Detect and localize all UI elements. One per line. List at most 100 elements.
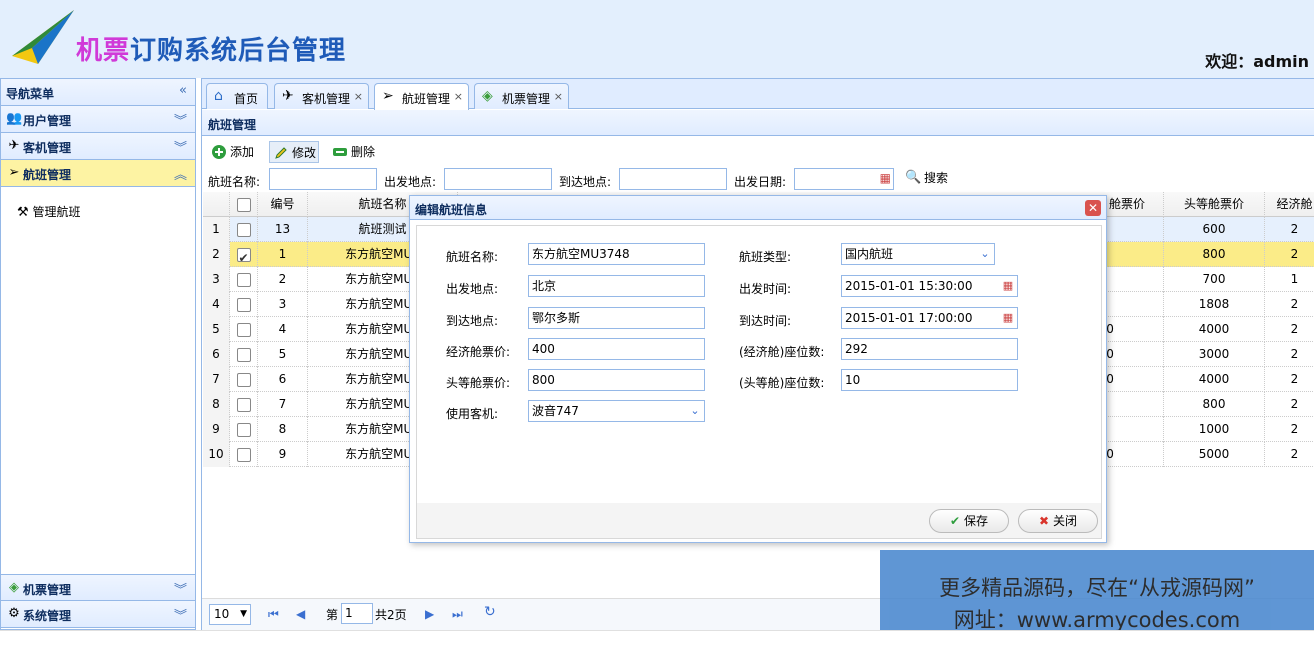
flight-name-field[interactable]: 东方航空MU3748 — [528, 243, 705, 265]
nav-item-manage-flight[interactable]: ⚒ 管理航班 — [17, 203, 81, 220]
tab-home[interactable]: ⌂ 首页 — [206, 83, 268, 109]
welcome-text: 欢迎：admin — [1205, 52, 1309, 71]
row-checkbox[interactable] — [230, 367, 258, 392]
page-size-select[interactable]: 10 ▼ — [209, 604, 251, 625]
page-number-value: 1 — [345, 606, 353, 620]
close-label: 关闭 — [1052, 514, 1077, 528]
select-all-checkbox[interactable] — [230, 192, 258, 217]
first-page-icon[interactable]: ⏮ — [268, 607, 279, 622]
chevron-down-icon: ⌄ — [980, 247, 990, 260]
tab-ticket[interactable]: ◈ 机票管理 × — [474, 83, 569, 109]
next-page-icon[interactable]: ▶ — [425, 607, 434, 621]
row-checkbox[interactable] — [230, 417, 258, 442]
checkbox[interactable] — [236, 372, 251, 387]
cell-eco-seats: 2 — [1265, 417, 1314, 442]
flight-name-value: 东方航空MU3748 — [532, 247, 630, 261]
flight-type-label: 航班类型: — [739, 250, 792, 264]
header-first-price[interactable]: 头等舱票价 — [1164, 192, 1265, 217]
header-id[interactable]: 编号 — [258, 192, 308, 217]
checkbox[interactable] — [236, 422, 251, 437]
plane-icon: ✈ — [8, 138, 20, 153]
close-button[interactable]: ✖ 关闭 — [1018, 509, 1098, 533]
tab-bar: ⌂ 首页 ✈ 客机管理 × ➢ 航班管理 × ◈ 机票管理 × — [202, 79, 1314, 110]
eco-price-value: 400 — [532, 342, 555, 356]
search-from-input[interactable] — [444, 168, 552, 190]
arrival-time-field[interactable]: 2015-01-01 17:00:00 ▦ — [841, 307, 1018, 329]
plane-select[interactable]: 波音747 ⌄ — [528, 400, 705, 422]
row-checkbox[interactable] — [230, 292, 258, 317]
delete-button[interactable]: 删除 — [329, 141, 375, 163]
edit-label: 修改 — [292, 146, 317, 160]
first-price-field[interactable]: 800 — [528, 369, 705, 391]
search-name-label: 航班名称: — [208, 175, 261, 189]
checkbox[interactable] — [236, 297, 251, 312]
row-number: 1 — [203, 217, 230, 242]
refresh-icon[interactable]: ↻ — [484, 604, 496, 620]
search-button[interactable]: 🔍 搜索 — [902, 167, 948, 189]
calendar-icon[interactable]: ▦ — [999, 276, 1017, 296]
calendar-icon[interactable]: ▦ — [880, 171, 891, 185]
close-tab-icon[interactable]: × — [354, 90, 363, 103]
first-price-label: 头等舱票价: — [446, 376, 511, 390]
row-checkbox[interactable] — [230, 242, 258, 267]
checkbox[interactable] — [236, 397, 251, 412]
header-eco-seats[interactable]: 经济舱 — [1265, 192, 1314, 217]
last-page-icon[interactable]: ⏭ — [452, 607, 463, 622]
tab-flight[interactable]: ➢ 航班管理 × — [374, 83, 469, 110]
nav-group-ticket[interactable]: ◈ 机票管理 ︾ — [1, 574, 195, 601]
checkbox[interactable] — [236, 322, 251, 337]
tab-plane[interactable]: ✈ 客机管理 × — [274, 83, 369, 109]
row-checkbox[interactable] — [230, 217, 258, 242]
calendar-icon[interactable]: ▦ — [999, 308, 1017, 328]
check-icon: ✔ — [950, 514, 961, 528]
save-button[interactable]: ✔ 保存 — [929, 509, 1009, 533]
nav-group-label: 航班管理 — [23, 168, 72, 182]
close-tab-icon[interactable]: × — [454, 90, 463, 103]
paper-plane-logo-icon — [12, 10, 74, 64]
chevron-down-icon: ︾ — [173, 583, 187, 598]
checkbox[interactable] — [236, 347, 251, 362]
collapse-left-icon[interactable]: « — [179, 83, 187, 98]
flight-type-select[interactable]: 国内航班 ⌄ — [841, 243, 995, 265]
checkbox[interactable] — [236, 246, 251, 267]
add-button[interactable]: 添加 — [208, 141, 254, 163]
to-label: 到达地点: — [446, 314, 499, 328]
checkbox[interactable] — [236, 222, 251, 237]
dialog-header: 编辑航班信息 ✕ — [410, 196, 1106, 220]
tab-label: 机票管理 — [502, 92, 551, 106]
cell-first-price: 1808 — [1164, 292, 1265, 317]
row-checkbox[interactable] — [230, 267, 258, 292]
departure-time-field[interactable]: 2015-01-01 15:30:00 ▦ — [841, 275, 1018, 297]
from-label: 出发地点: — [446, 282, 499, 296]
checkbox[interactable] — [236, 447, 251, 462]
nav-group-system[interactable]: ⚙ 系统管理 ︾ — [1, 601, 195, 628]
page-number-input[interactable]: 1 — [341, 603, 373, 624]
search-date-label: 出发日期: — [734, 175, 787, 189]
nav-group-flight[interactable]: ➢ 航班管理 ︽ — [1, 160, 195, 187]
to-field[interactable]: 鄂尔多斯 — [528, 307, 705, 329]
row-checkbox[interactable] — [230, 392, 258, 417]
eco-seats-field[interactable]: 292 — [841, 338, 1018, 360]
nav-group-user[interactable]: 👥 用户管理 ︾ — [1, 106, 195, 133]
row-checkbox[interactable] — [230, 342, 258, 367]
cell-id: 3 — [258, 292, 308, 317]
checkbox[interactable] — [236, 272, 251, 287]
prev-page-icon[interactable]: ◀ — [296, 607, 305, 621]
from-field[interactable]: 北京 — [528, 275, 705, 297]
close-icon[interactable]: ✕ — [1085, 200, 1101, 216]
first-seats-field[interactable]: 10 — [841, 369, 1018, 391]
search-to-input[interactable] — [619, 168, 727, 190]
promo-line1: 更多精品源码，尽在“从戎源码网” — [939, 576, 1255, 600]
edit-button[interactable]: 修改 — [269, 141, 319, 163]
nav-group-plane[interactable]: ✈ 客机管理 ︾ — [1, 133, 195, 160]
search-name-input[interactable] — [269, 168, 377, 190]
dialog-footer: ✔ 保存 ✖ 关闭 — [416, 503, 1102, 539]
row-checkbox[interactable] — [230, 442, 258, 467]
chevron-down-icon: ⌄ — [690, 404, 700, 417]
eco-price-field[interactable]: 400 — [528, 338, 705, 360]
row-checkbox[interactable] — [230, 317, 258, 342]
eco-seats-value: 292 — [845, 342, 868, 356]
search-date-input[interactable]: ▦ — [794, 168, 894, 190]
close-tab-icon[interactable]: × — [554, 90, 563, 103]
row-number: 5 — [203, 317, 230, 342]
